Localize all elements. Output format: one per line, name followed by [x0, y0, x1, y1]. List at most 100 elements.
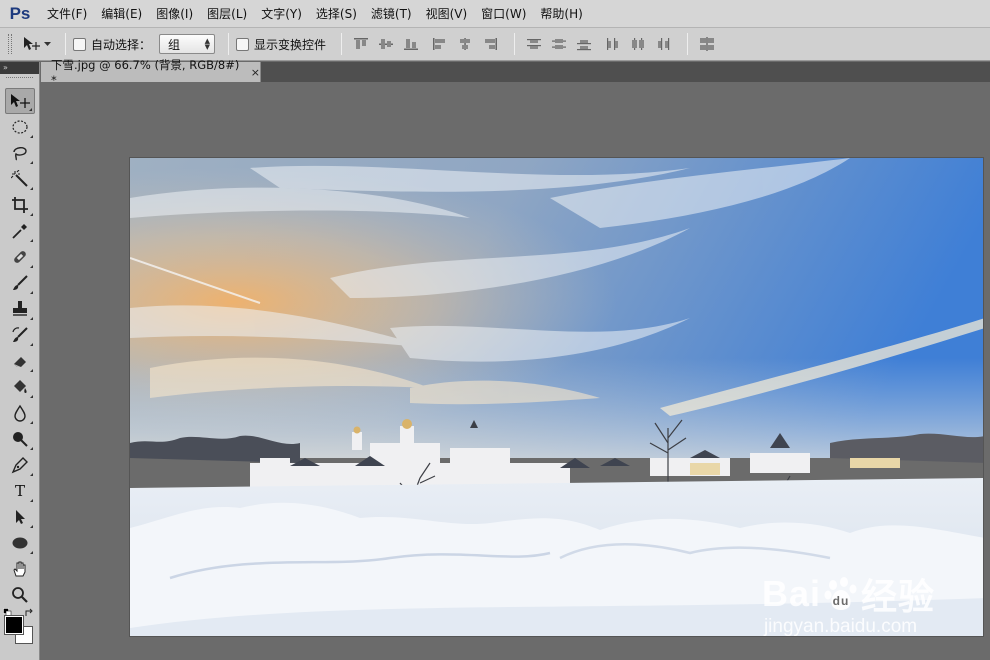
tool-flyout-indicator: [30, 343, 33, 346]
tool-flyout-indicator: [30, 317, 33, 320]
menu-image[interactable]: 图像(I): [149, 0, 200, 28]
zoom-tool[interactable]: [5, 582, 35, 608]
move-tool[interactable]: [5, 88, 35, 114]
ellipse-shape-icon: [12, 537, 28, 549]
auto-select-checkbox[interactable]: [73, 37, 86, 51]
blur-tool[interactable]: [5, 400, 35, 426]
distribute-vcenter-icon: [552, 39, 567, 49]
divider: [687, 33, 689, 55]
canvas-area[interactable]: Bai du 经验 jingyan.baidu.com: [41, 82, 990, 660]
menu-bar: Ps 文件(F) 编辑(E) 图像(I) 图层(L) 文字(Y) 选择(S) 滤…: [0, 0, 990, 28]
menu-file[interactable]: 文件(F): [40, 0, 94, 28]
menu-filter[interactable]: 滤镜(T): [364, 0, 419, 28]
menu-layer[interactable]: 图层(L): [200, 0, 254, 28]
distribute-bottom-button[interactable]: [572, 33, 596, 55]
ellipse-shape-tool[interactable]: [5, 530, 35, 556]
distribute-hcenter-icon: [632, 38, 645, 50]
tool-preset-picker[interactable]: [22, 36, 58, 52]
zoom-icon: [12, 587, 28, 603]
divider: [514, 33, 516, 55]
swap-colors-icon[interactable]: [24, 608, 34, 618]
photoshop-logo: Ps: [9, 3, 31, 23]
align-top-button[interactable]: [349, 33, 373, 55]
lasso-icon: [13, 147, 27, 161]
align-hcenter-button[interactable]: [453, 33, 477, 55]
type-tool[interactable]: T: [5, 478, 35, 504]
baidu-jingyan-watermark: Bai du 经验 jingyan.baidu.com: [762, 568, 935, 638]
watermark-brand: Bai du 经验: [762, 568, 935, 620]
tool-flyout-indicator: [30, 369, 33, 372]
dodge-tool[interactable]: [5, 426, 35, 452]
align-vcenter-icon: [379, 39, 394, 49]
menu-edit[interactable]: 编辑(E): [94, 0, 149, 28]
history-brush-icon: [12, 327, 28, 342]
hand-tool[interactable]: [5, 556, 35, 582]
hand-icon: [13, 561, 26, 577]
spinner-arrows-icon: ▲ ▼: [204, 37, 211, 51]
align-bottom-button[interactable]: [399, 33, 423, 55]
brush-tool[interactable]: [5, 270, 35, 296]
tool-flyout-indicator: [30, 447, 33, 450]
menu-type[interactable]: 文字(Y): [254, 0, 309, 28]
align-vcenter-button[interactable]: [374, 33, 398, 55]
pen-tool[interactable]: [5, 452, 35, 478]
crop-tool[interactable]: [5, 192, 35, 218]
watermark-brand-suffix: 经验: [860, 576, 935, 617]
document-tab-bar: 下雪.jpg @ 66.7% (背景, RGB/8#) * ×: [41, 58, 990, 87]
document-tab[interactable]: 下雪.jpg @ 66.7% (背景, RGB/8#) * ×: [41, 58, 261, 87]
menu-window[interactable]: 窗口(W): [474, 0, 533, 28]
eyedropper-icon: [12, 224, 27, 239]
magic-wand-tool[interactable]: [5, 166, 35, 192]
distribute-hcenter-button[interactable]: [626, 33, 650, 55]
menu-help[interactable]: 帮助(H): [533, 0, 589, 28]
options-grip[interactable]: [8, 34, 12, 54]
eyedropper-tool[interactable]: [5, 218, 35, 244]
align-left-icon: [433, 38, 446, 50]
tools-panel-collapse[interactable]: »: [0, 62, 39, 74]
distribute-vertical-group: [522, 33, 596, 55]
lasso-tool[interactable]: [5, 140, 35, 166]
eraser-tool[interactable]: [5, 348, 35, 374]
auto-select-dropdown[interactable]: 组 ▲ ▼: [159, 34, 216, 54]
tool-flyout-indicator: [30, 551, 33, 554]
auto-align-layers-button[interactable]: [695, 33, 719, 55]
close-icon[interactable]: ×: [251, 66, 260, 79]
clone-stamp-tool[interactable]: [5, 296, 35, 322]
dodge-icon: [13, 432, 28, 447]
align-bottom-icon: [404, 39, 419, 50]
auto-select-value: 组: [168, 37, 181, 52]
pen-icon: [11, 457, 28, 474]
tool-flyout-indicator: [30, 135, 33, 138]
tool-flyout-indicator: [29, 108, 32, 111]
align-top-icon: [354, 38, 369, 49]
healing-brush-tool[interactable]: [5, 244, 35, 270]
path-selection-tool[interactable]: [5, 504, 35, 530]
elliptical-marquee-tool[interactable]: [5, 114, 35, 140]
ellipse-marquee-icon: [12, 120, 28, 134]
watermark-brand-text: Bai: [761, 573, 821, 614]
foreground-color-swatch[interactable]: [4, 615, 24, 635]
document-canvas-image[interactable]: [129, 157, 984, 637]
menu-select[interactable]: 选择(S): [309, 0, 364, 28]
align-left-button[interactable]: [428, 33, 452, 55]
distribute-top-icon: [527, 39, 542, 49]
tool-flyout-indicator: [30, 499, 33, 502]
distribute-right-button[interactable]: [651, 33, 675, 55]
distribute-horizontal-group: [601, 33, 675, 55]
distribute-left-button[interactable]: [601, 33, 625, 55]
align-horizontal-group: [428, 33, 502, 55]
menu-view[interactable]: 视图(V): [419, 0, 475, 28]
align-right-button[interactable]: [478, 33, 502, 55]
history-brush-tool[interactable]: [5, 322, 35, 348]
distribute-top-button[interactable]: [522, 33, 546, 55]
tool-flyout-indicator: [30, 291, 33, 294]
distribute-right-icon: [658, 38, 670, 50]
distribute-left-icon: [607, 38, 619, 50]
tools-panel-grip[interactable]: [6, 77, 33, 85]
distribute-vcenter-button[interactable]: [547, 33, 571, 55]
paint-bucket-tool[interactable]: [5, 374, 35, 400]
type-tool-icon: T: [14, 482, 25, 500]
tool-flyout-indicator: [30, 395, 33, 398]
tool-flyout-indicator: [30, 525, 33, 528]
show-transform-checkbox[interactable]: [236, 37, 250, 51]
